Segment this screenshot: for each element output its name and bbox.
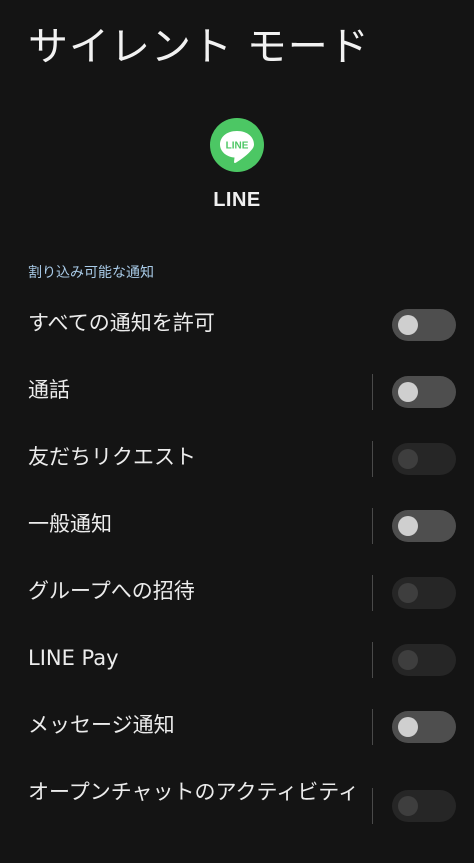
- setting-toggle[interactable]: [392, 711, 456, 743]
- svg-text:LINE: LINE: [226, 140, 249, 151]
- page-title: サイレント モード: [28, 24, 370, 70]
- row-divider: [372, 508, 373, 544]
- toggle-knob: [398, 650, 418, 670]
- row-divider: [372, 374, 373, 410]
- setting-toggle[interactable]: [392, 443, 456, 475]
- setting-toggle[interactable]: [392, 376, 456, 408]
- setting-toggle[interactable]: [392, 577, 456, 609]
- setting-row[interactable]: オープンチャットのアクティビティ: [0, 776, 474, 856]
- section-header: 割り込み可能な通知: [28, 265, 154, 281]
- line-logo-icon: LINE: [210, 118, 264, 172]
- app-name: LINE: [213, 189, 261, 211]
- setting-row[interactable]: グループへの招待: [0, 575, 474, 611]
- toggle-knob: [398, 717, 418, 737]
- setting-toggle[interactable]: [392, 644, 456, 676]
- toggle-knob: [398, 382, 418, 402]
- app-header: LINE LINE: [0, 118, 474, 212]
- setting-label: メッセージ通知: [28, 713, 175, 737]
- row-divider: [372, 642, 373, 678]
- toggle-knob: [398, 315, 418, 335]
- row-divider: [372, 575, 373, 611]
- setting-row[interactable]: LINE Pay: [0, 642, 474, 678]
- row-divider: [372, 709, 373, 745]
- setting-row[interactable]: 通話: [0, 374, 474, 410]
- toggle-knob: [398, 796, 418, 816]
- toggle-knob: [398, 449, 418, 469]
- setting-label: 一般通知: [28, 512, 112, 536]
- silent-mode-screen: サイレント モード LINE LINE 割り込み可能な通知 すべての通知を許可通…: [0, 0, 474, 863]
- setting-label: オープンチャットのアクティビティ: [28, 780, 359, 804]
- setting-label: 友だちリクエスト: [28, 445, 196, 469]
- setting-toggle[interactable]: [392, 309, 456, 341]
- setting-label: 通話: [28, 378, 70, 402]
- setting-row[interactable]: メッセージ通知: [0, 709, 474, 745]
- setting-label: すべての通知を許可: [28, 311, 215, 335]
- toggle-knob: [398, 583, 418, 603]
- row-divider: [372, 788, 373, 824]
- toggle-knob: [398, 516, 418, 536]
- setting-label: グループへの招待: [28, 579, 195, 603]
- setting-row[interactable]: すべての通知を許可: [0, 307, 474, 343]
- row-divider: [372, 441, 373, 477]
- setting-toggle[interactable]: [392, 510, 456, 542]
- setting-label: LINE Pay: [28, 646, 119, 670]
- setting-row[interactable]: 一般通知: [0, 508, 474, 544]
- setting-row[interactable]: 友だちリクエスト: [0, 441, 474, 477]
- setting-toggle[interactable]: [392, 790, 456, 822]
